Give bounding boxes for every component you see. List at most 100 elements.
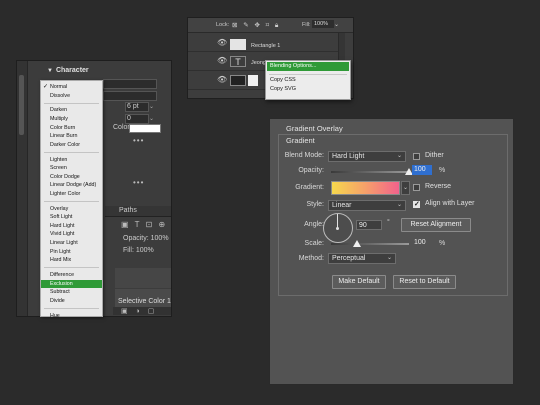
font-style-field[interactable] bbox=[103, 91, 157, 101]
eye-icon[interactable]: 👁︎ bbox=[217, 75, 227, 84]
more-options-icon[interactable]: ••• bbox=[133, 178, 144, 187]
method-label: Method: bbox=[298, 255, 324, 262]
blend-mode-option[interactable]: Lighten bbox=[41, 156, 102, 165]
blend-mode-option[interactable]: Divide bbox=[41, 297, 102, 306]
menu-item-copy-svg[interactable]: Copy SVG bbox=[270, 86, 296, 92]
blend-mode-option[interactable]: Hard Light bbox=[41, 222, 102, 231]
menu-item-blending-options[interactable]: Blending Options... bbox=[267, 62, 349, 71]
blend-mode-option[interactable]: Dissolve bbox=[41, 92, 102, 101]
chevron-down-icon[interactable]: ⌄ bbox=[149, 103, 154, 110]
layer-thumbnail bbox=[230, 75, 246, 86]
blend-mode-option[interactable]: Soft Light bbox=[41, 213, 102, 222]
menu-separator bbox=[44, 102, 99, 104]
blend-mode-option[interactable]: Pin Light bbox=[41, 248, 102, 257]
fill-readout: Fill: 100% bbox=[123, 247, 154, 254]
context-menu: Blending Options... Copy CSS Copy SVG bbox=[265, 60, 351, 100]
opacity-slider-track[interactable] bbox=[331, 171, 409, 173]
font-family-field[interactable] bbox=[103, 79, 157, 89]
more-options-icon[interactable]: ••• bbox=[133, 136, 144, 145]
blend-mode-option[interactable]: Subtract bbox=[41, 288, 102, 297]
layer-thumbnail bbox=[230, 39, 246, 50]
group-title: Gradient bbox=[286, 136, 315, 145]
opacity-label: Opacity: bbox=[123, 235, 149, 242]
scale-input[interactable]: 100 bbox=[412, 238, 436, 248]
lock-label: Lock: bbox=[216, 22, 230, 28]
character-header[interactable]: ▼ Character bbox=[47, 67, 89, 74]
angle-input[interactable]: 90 bbox=[356, 220, 382, 230]
angle-label: Angle: bbox=[304, 221, 324, 228]
style-select[interactable]: Linear ⌄ bbox=[328, 200, 406, 211]
make-default-button[interactable]: Make Default bbox=[332, 275, 386, 289]
menu-separator bbox=[44, 308, 99, 309]
fill-value[interactable]: 100% bbox=[136, 247, 154, 254]
blend-mode-label: Blend Mode: bbox=[284, 152, 324, 159]
blend-mode-option[interactable]: Color Dodge bbox=[41, 173, 102, 182]
chevron-down-icon[interactable]: ⌄ bbox=[334, 21, 339, 28]
lock-icons[interactable]: ⊠ ✎ ✥ ⌑ 🔒︎ bbox=[232, 21, 280, 30]
reset-alignment-button[interactable]: Reset Alignment bbox=[401, 218, 471, 232]
blend-mode-option[interactable]: Difference bbox=[41, 271, 102, 280]
text-color-swatch[interactable] bbox=[129, 124, 161, 133]
blend-mode-dropdown[interactable]: NormalDissolveDarkenMultiplyColor BurnLi… bbox=[40, 80, 103, 319]
opacity-readout: Opacity: 100% bbox=[123, 235, 169, 242]
blend-mode-option[interactable]: Linear Burn bbox=[41, 132, 102, 141]
fill-label: Fill: bbox=[302, 22, 311, 28]
percent-unit: % bbox=[439, 167, 446, 174]
blend-mode-option[interactable]: Darken bbox=[41, 106, 102, 115]
color-label: Color bbox=[113, 124, 130, 131]
style-value: Linear bbox=[332, 202, 352, 209]
reset-to-default-button[interactable]: Reset to Default bbox=[393, 275, 456, 289]
opacity-input[interactable]: 100 bbox=[412, 165, 432, 175]
blend-mode-select[interactable]: Hard Light ⌄ bbox=[328, 151, 406, 162]
gradient-preview-swatch[interactable] bbox=[331, 181, 400, 195]
blend-mode-option[interactable]: Darker Color bbox=[41, 141, 102, 150]
angle-dial-hand bbox=[337, 214, 338, 228]
layer-filter-icons[interactable]: ▣ T ⊡ ⊕ bbox=[121, 220, 167, 229]
eye-icon[interactable]: 👁︎ bbox=[217, 56, 227, 65]
font-size-value: 6 pt bbox=[127, 103, 139, 110]
align-with-layer-checkbox[interactable] bbox=[413, 200, 420, 208]
tab-paths-label: Paths bbox=[119, 207, 137, 214]
tab-paths[interactable]: Paths bbox=[105, 206, 171, 217]
blend-mode-option[interactable]: Linear Dodge (Add) bbox=[41, 181, 102, 190]
character-title: Character bbox=[55, 67, 89, 74]
gradient-label: Gradient: bbox=[295, 184, 324, 191]
blend-mode-option[interactable]: Multiply bbox=[41, 115, 102, 124]
method-select[interactable]: Perceptual ⌄ bbox=[328, 253, 396, 264]
style-label: Style: bbox=[306, 201, 324, 208]
reverse-checkbox[interactable] bbox=[413, 184, 420, 191]
layer-action-icons[interactable]: ▣ ◑ ▢ ⊞ ⊟ bbox=[121, 307, 171, 316]
fill-label: Fill: bbox=[123, 247, 134, 254]
fill-value-field[interactable]: 100% bbox=[312, 20, 334, 28]
blend-mode-option[interactable]: Color Burn bbox=[41, 124, 102, 133]
panel-scrollbar[interactable] bbox=[19, 75, 24, 135]
chevron-down-icon[interactable]: ⌄ bbox=[401, 181, 410, 195]
blend-mode-option[interactable]: Vivid Light bbox=[41, 230, 102, 239]
blend-mode-value: Hard Light bbox=[332, 153, 365, 160]
blend-mode-option[interactable]: Linear Light bbox=[41, 239, 102, 248]
blend-mode-option[interactable]: Screen bbox=[41, 164, 102, 173]
menu-separator bbox=[44, 267, 99, 269]
chevron-down-icon: ⌄ bbox=[396, 153, 402, 159]
opacity-value[interactable]: 100% bbox=[151, 235, 169, 242]
method-value: Perceptual bbox=[332, 255, 366, 262]
scale-slider-track[interactable] bbox=[331, 243, 409, 245]
degree-unit: ° bbox=[387, 219, 390, 226]
menu-item-copy-css[interactable]: Copy CSS bbox=[270, 77, 296, 83]
reverse-label: Reverse bbox=[425, 183, 452, 190]
blend-mode-option[interactable]: Hue bbox=[41, 312, 102, 321]
blend-mode-option[interactable]: Hard Mix bbox=[41, 256, 102, 265]
scale-slider-thumb[interactable] bbox=[352, 240, 361, 247]
blend-mode-option[interactable]: Overlay bbox=[41, 205, 102, 214]
eye-icon[interactable]: 👁︎ bbox=[217, 38, 227, 47]
dither-checkbox[interactable] bbox=[413, 153, 420, 160]
blend-mode-option[interactable]: Lighter Color bbox=[41, 190, 102, 199]
percent-unit: % bbox=[439, 240, 446, 247]
chevron-down-icon[interactable]: ▼ bbox=[47, 68, 53, 74]
blend-mode-option[interactable]: Normal bbox=[41, 83, 102, 92]
blend-mode-option[interactable]: Exclusion bbox=[41, 279, 102, 289]
layer-mask-thumbnail bbox=[248, 75, 258, 86]
chevron-down-icon[interactable]: ⌄ bbox=[149, 115, 154, 122]
opacity-label: Opacity: bbox=[298, 167, 324, 174]
layer-row[interactable] bbox=[115, 268, 171, 288]
